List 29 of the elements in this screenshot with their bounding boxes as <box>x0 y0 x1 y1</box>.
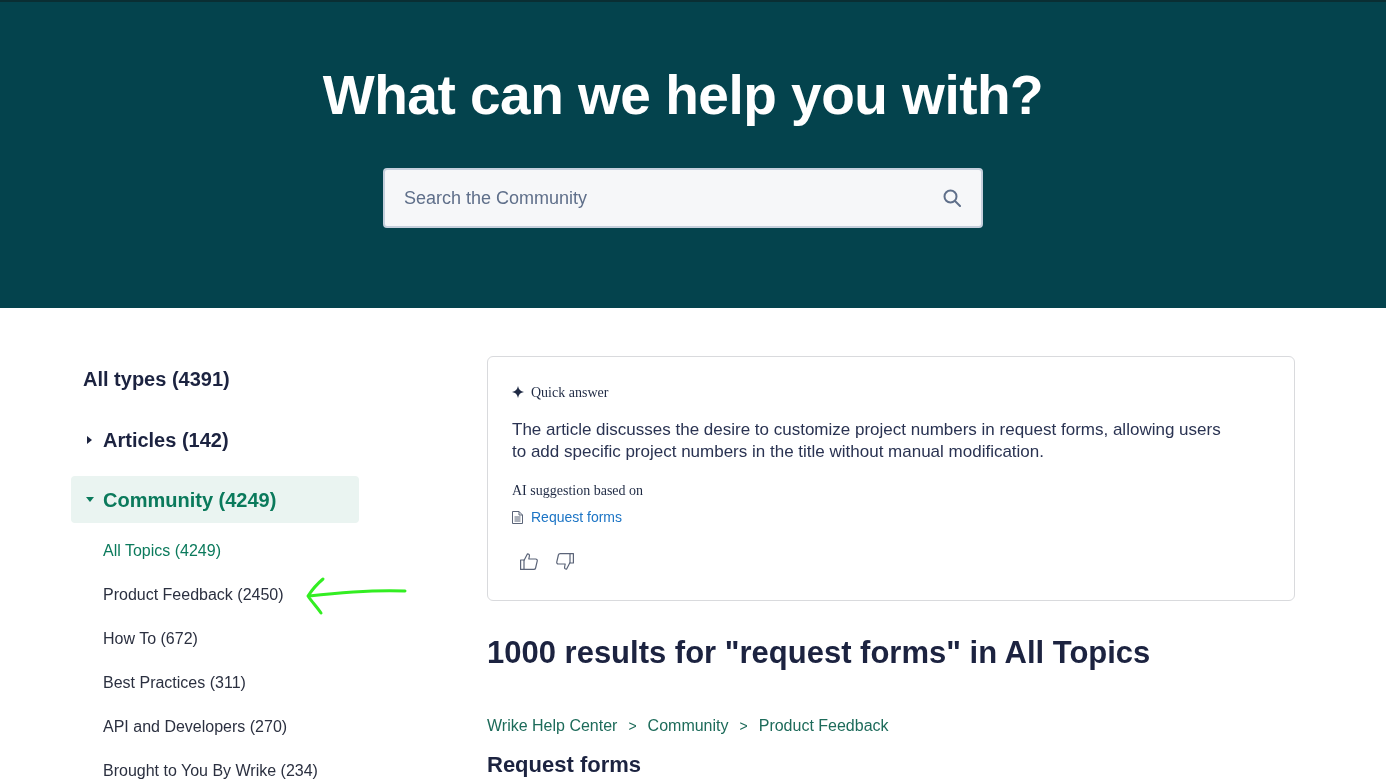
sparkle-icon <box>512 386 524 398</box>
topic-link[interactable]: Product Feedback (2450) <box>103 583 284 607</box>
filter-group[interactable]: Community (4249) <box>71 476 359 523</box>
document-icon <box>512 510 523 524</box>
answer-summary: The article discusses the desire to customize project numbers in request forms, allowing users to add specific project numbers in the title without manual modification. <box>512 419 1222 463</box>
source-link[interactable]: Request forms <box>531 506 623 528</box>
results-heading: 1000 results for "request forms" in All Topics <box>487 634 1152 672</box>
topic-link[interactable]: API and Developers (270) <box>103 715 288 739</box>
thumbs-down-icon[interactable] <box>556 552 574 570</box>
topic-link[interactable]: How To (672) <box>103 627 198 651</box>
result-title[interactable]: Request forms <box>487 753 642 777</box>
breadcrumb-link[interactable]: Community <box>647 714 729 738</box>
breadcrumb-separator: > <box>739 716 748 736</box>
filter-item[interactable]: All types (4391) <box>83 364 230 394</box>
caret-right-icon[interactable] <box>87 435 92 444</box>
source-label: AI suggestion based on <box>512 481 644 500</box>
topic-link[interactable]: Brought to You By Wrike (234) <box>103 759 318 780</box>
hero-title: What can we help you with? <box>322 63 1044 128</box>
filter-group[interactable]: Articles (142) <box>71 416 359 463</box>
quick-answer-title: Quick answer <box>531 383 609 402</box>
search-field[interactable]: Search the Community <box>383 168 983 228</box>
topic-link[interactable]: All Topics (4249) <box>103 539 221 563</box>
caret-down-icon[interactable] <box>86 496 94 503</box>
breadcrumb-link[interactable]: Wrike Help Center <box>487 714 618 738</box>
breadcrumb-separator: > <box>628 716 637 736</box>
search-icon[interactable] <box>943 189 961 207</box>
topic-link[interactable]: Best Practices (311) <box>103 671 246 695</box>
thumbs-up-icon[interactable] <box>520 552 538 570</box>
breadcrumb-link[interactable]: Product Feedback <box>758 714 889 738</box>
